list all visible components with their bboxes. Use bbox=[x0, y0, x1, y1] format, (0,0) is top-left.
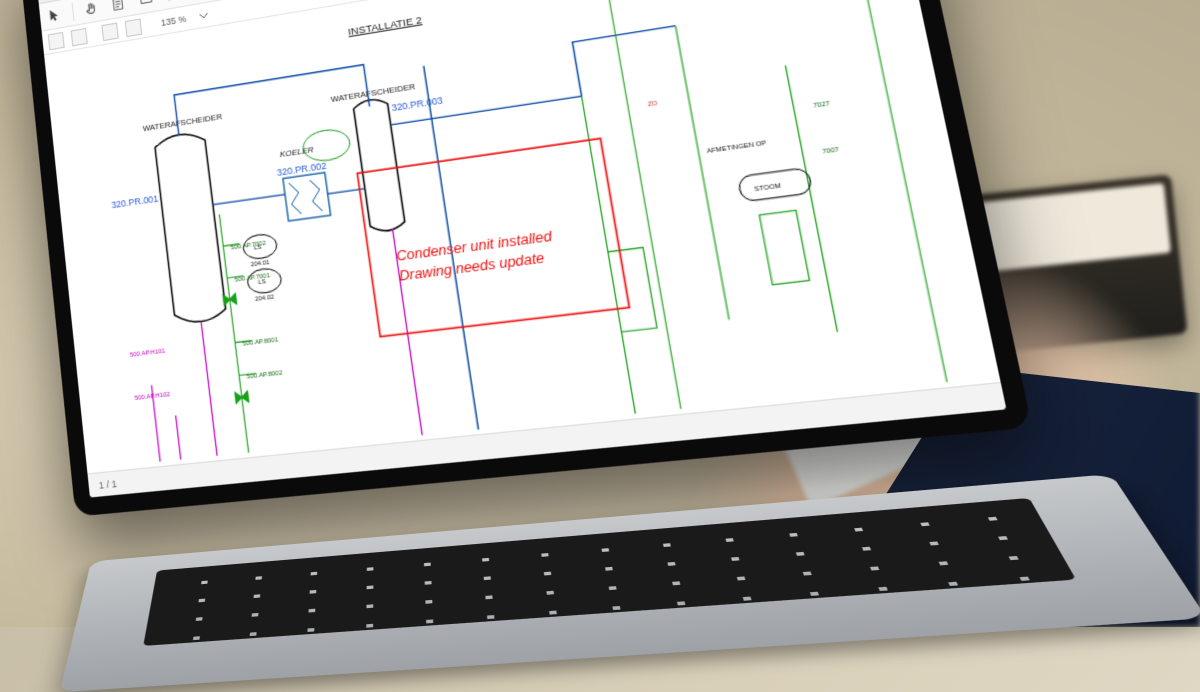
drawing-title: INSTALLATIE 2 bbox=[347, 14, 422, 38]
sheet-border-fragments bbox=[602, 0, 947, 409]
linenote-d: 500.AP.8002 bbox=[246, 370, 283, 381]
linenote-c: 500.AP.8001 bbox=[242, 337, 278, 348]
properties-toggle-icon[interactable] bbox=[71, 27, 88, 46]
laptop-keys bbox=[143, 498, 1076, 646]
tag-320pr003: 320.PR.003 bbox=[391, 95, 444, 114]
vessel-320pr001: 320.PR.001 bbox=[105, 131, 227, 331]
label-stoom: STOOM bbox=[754, 183, 782, 194]
svg-text:204.02: 204.02 bbox=[255, 294, 275, 303]
ref-zo: ZO bbox=[647, 100, 659, 108]
magenta-lines bbox=[138, 229, 422, 462]
thumbnails-toggle-icon[interactable] bbox=[48, 31, 65, 49]
label-waterafscheider-1: WATERAFSCHEIDER bbox=[142, 111, 223, 133]
page-indicator: 1 / 1 bbox=[98, 478, 117, 491]
ref-r1: 7027 bbox=[813, 101, 831, 110]
arrow-tool-icon[interactable] bbox=[164, 0, 184, 4]
pointer-tool-icon[interactable] bbox=[45, 5, 64, 26]
instrument-ls-1: LS 204.01 bbox=[242, 233, 279, 270]
rotate-left-icon[interactable] bbox=[101, 22, 118, 41]
app-window: Rendition of PID-CE-4036.dwg bbox=[37, 0, 1007, 498]
laptop-keyboard-deck bbox=[60, 474, 1200, 692]
zoom-value[interactable]: 135 % bbox=[156, 12, 190, 28]
note-tool-icon[interactable] bbox=[109, 0, 128, 14]
tag-320pr001: 320.PR.001 bbox=[111, 193, 159, 211]
ref-r2: 7007 bbox=[822, 147, 840, 156]
linenote-e: 500.AP.H101 bbox=[130, 349, 166, 360]
svg-text:204.01: 204.01 bbox=[250, 259, 270, 268]
laptop-bezel: Rendition of PID-CE-4036.dwg bbox=[20, 0, 1032, 517]
shape-tool-icon[interactable] bbox=[136, 0, 156, 9]
linenote-f: 500.AP.H102 bbox=[134, 392, 170, 403]
rotate-right-icon[interactable] bbox=[125, 18, 142, 37]
zoom-dropdown-icon[interactable] bbox=[198, 9, 209, 21]
heat-exchanger-320pr002: 320.PR.002 bbox=[276, 160, 333, 222]
canvas-area: INSTALLATIE 2 WATERAFSCHEIDER WATERAFSCH… bbox=[44, 0, 1006, 498]
label-afmetingen: AFMETINGEN OP bbox=[706, 140, 767, 155]
hand-tool-icon[interactable] bbox=[82, 0, 101, 19]
laptop: Rendition of PID-CE-4036.dwg bbox=[20, 0, 1153, 662]
